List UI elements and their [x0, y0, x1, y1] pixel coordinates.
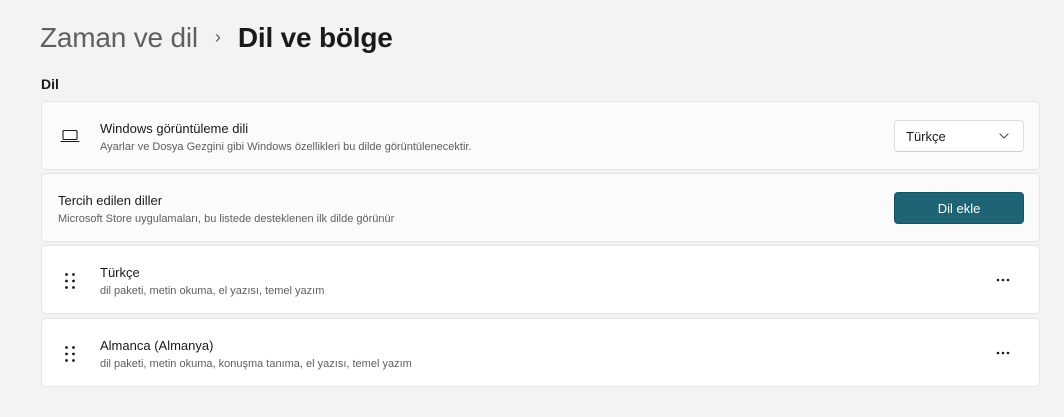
display-language-title: Windows görüntüleme dili [100, 121, 249, 136]
settings-page: Zaman ve dil › Dil ve bölge Dil Windows … [0, 0, 1064, 417]
more-options-button[interactable] [987, 339, 1019, 367]
more-horizontal-icon [996, 351, 1010, 355]
breadcrumb: Zaman ve dil › Dil ve bölge [40, 18, 393, 58]
language-text: Almanca (Almanya) dil paketi, metin okum… [100, 337, 412, 372]
preferred-languages-text: Tercih edilen diller Microsoft Store uyg… [58, 192, 394, 227]
preferred-languages-card: Tercih edilen diller Microsoft Store uyg… [41, 173, 1040, 242]
more-horizontal-icon [996, 278, 1010, 282]
language-list-item[interactable]: Almanca (Almanya) dil paketi, metin okum… [41, 318, 1040, 387]
add-language-button[interactable]: Dil ekle [894, 192, 1024, 224]
language-features: dil paketi, metin okuma, el yazısı, teme… [100, 285, 325, 297]
section-title-language: Dil [41, 76, 59, 92]
display-language-selected: Türkçe [906, 129, 946, 144]
more-options-button[interactable] [987, 266, 1019, 294]
language-name: Almanca (Almanya) [100, 338, 214, 353]
preferred-languages-description: Microsoft Store uygulamaları, bu listede… [58, 213, 395, 225]
display-language-card: Windows görüntüleme dili Ayarlar ve Dosy… [41, 101, 1040, 170]
laptop-icon [60, 129, 80, 143]
language-text: Türkçe dil paketi, metin okuma, el yazıs… [100, 264, 324, 299]
breadcrumb-parent-link[interactable]: Zaman ve dil [40, 22, 198, 54]
display-language-dropdown[interactable]: Türkçe [894, 120, 1024, 152]
breadcrumb-separator-icon: › [214, 26, 221, 47]
drag-handle-icon[interactable] [64, 272, 76, 290]
page-title: Dil ve bölge [237, 22, 393, 53]
preferred-languages-title: Tercih edilen diller [58, 193, 163, 208]
language-list-item[interactable]: Türkçe dil paketi, metin okuma, el yazıs… [41, 245, 1040, 314]
display-language-text: Windows görüntüleme dili Ayarlar ve Dosy… [100, 120, 472, 155]
chevron-down-icon [999, 133, 1009, 139]
language-features: dil paketi, metin okuma, konuşma tanıma,… [100, 358, 412, 370]
drag-handle-icon[interactable] [64, 345, 76, 363]
display-language-description: Ayarlar ve Dosya Gezgini gibi Windows öz… [100, 141, 472, 153]
language-name: Türkçe [100, 265, 140, 280]
